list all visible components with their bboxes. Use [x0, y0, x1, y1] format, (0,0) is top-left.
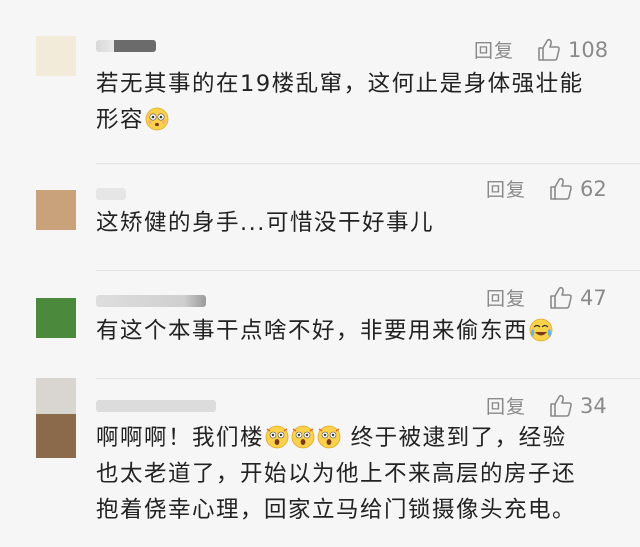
flushed-face-emoji-icon: [145, 107, 169, 131]
thumbs-up-icon: [536, 37, 562, 63]
comment-line: 形容: [96, 102, 616, 138]
thumbs-up-icon: [548, 285, 574, 311]
reply-button[interactable]: 回复: [486, 392, 526, 419]
comment-actions: 回复 108: [474, 36, 608, 63]
like-button[interactable]: 47: [548, 285, 607, 311]
username-blurred[interactable]: [96, 40, 156, 52]
comment-line: 啊啊啊！我们楼 终于被逮到了，经验: [96, 425, 567, 451]
divider: [96, 163, 640, 164]
comment-line: 这矫健的身手...可惜没干好事儿: [96, 210, 434, 236]
like-count: 34: [580, 393, 607, 418]
reply-button[interactable]: 回复: [486, 175, 526, 202]
comment-line: 抱着侥幸心理，回家立马给门锁摄像头充电。: [96, 497, 577, 523]
screaming-face-emoji-icon: [291, 425, 315, 449]
username-blurred[interactable]: [96, 188, 126, 200]
comment-line: 有这个本事干点啥不好，非要用来偷东西: [96, 313, 616, 349]
comment-text: 啊啊啊！我们楼 终于被逮到了，经验 也太老道了，开始以为他上不来高层的房子还 抱…: [96, 420, 616, 528]
comment-text: 若无其事的在19楼乱窜，这何止是身体强壮能 形容: [96, 66, 616, 138]
like-button[interactable]: 62: [548, 176, 607, 202]
like-count: 108: [568, 37, 609, 62]
screaming-face-emoji-icon: [317, 425, 341, 449]
username-blurred[interactable]: [96, 400, 216, 412]
divider: [96, 378, 640, 379]
comment-actions: 回复 47: [486, 284, 607, 311]
thumbs-up-icon: [548, 393, 574, 419]
like-button[interactable]: 34: [548, 393, 607, 419]
comment-text: 这矫健的身手...可惜没干好事儿: [96, 205, 616, 241]
username-blurred[interactable]: [96, 295, 206, 307]
comment-text: 有这个本事干点啥不好，非要用来偷东西: [96, 313, 616, 349]
screaming-face-emoji-icon: [265, 425, 289, 449]
comment-line: 也太老道了，开始以为他上不来高层的房子还: [96, 461, 577, 487]
like-button[interactable]: 108: [536, 37, 608, 63]
avatar[interactable]: [36, 298, 76, 338]
avatar[interactable]: [36, 190, 76, 230]
thumbs-up-icon: [548, 176, 574, 202]
comment-actions: 回复 62: [486, 175, 607, 202]
like-count: 47: [580, 285, 607, 310]
avatar[interactable]: [36, 36, 76, 76]
avatar[interactable]: [36, 378, 76, 458]
comment-actions: 回复 34: [486, 392, 607, 419]
divider: [96, 270, 640, 271]
reply-button[interactable]: 回复: [486, 284, 526, 311]
comment-line: 若无其事的在19楼乱窜，这何止是身体强壮能: [96, 71, 584, 97]
reply-button[interactable]: 回复: [474, 36, 514, 63]
crying-laughing-emoji-icon: [529, 318, 553, 342]
like-count: 62: [580, 176, 607, 201]
